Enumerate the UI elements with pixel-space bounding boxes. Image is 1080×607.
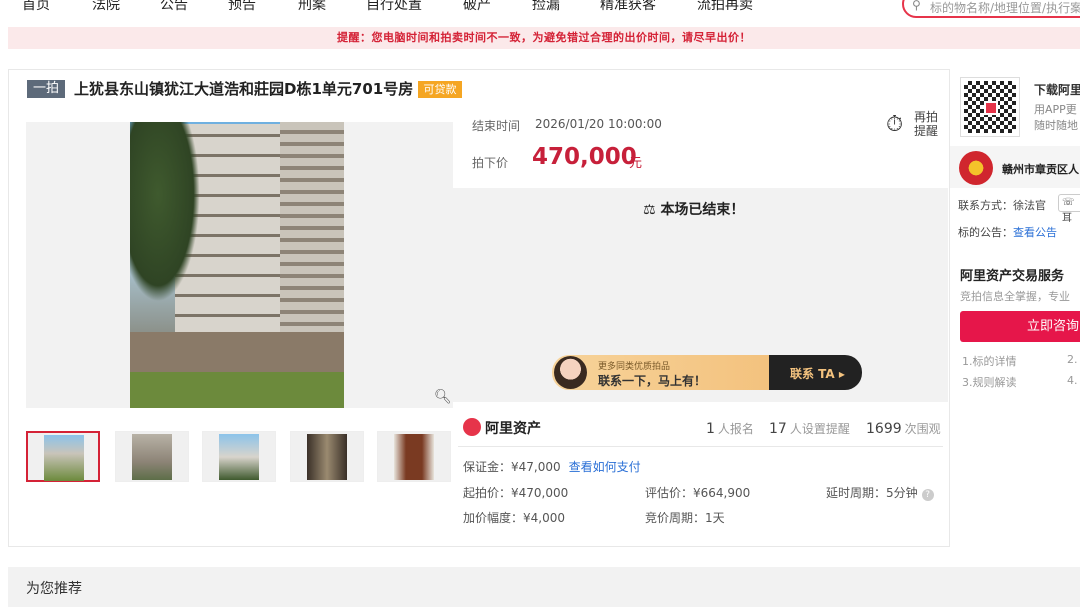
end-time-label: 结束时间 bbox=[472, 119, 521, 133]
view-notice-link[interactable]: 查看公告 bbox=[1013, 226, 1057, 239]
agent-avatar bbox=[554, 356, 587, 389]
search-input[interactable]: 标的物名称/地理位置/执行案 bbox=[930, 0, 1080, 16]
listing-notice: 标的公告：查看公告 bbox=[958, 226, 1057, 239]
appraisal-price: 评估价：¥664,900 bbox=[645, 486, 751, 500]
final-price: 470,000 bbox=[532, 144, 637, 170]
service-title: 阿里资产交易服务 bbox=[960, 269, 1065, 284]
signups-stat: 1 人报名 bbox=[706, 421, 754, 437]
nav-bankruptcy[interactable]: 破产 bbox=[463, 0, 491, 14]
court-name[interactable]: 赣州市章贡区人 bbox=[1002, 161, 1079, 177]
listing-title: 上犹县东山镇犹江大道浩和莊园D栋1单元701号房 bbox=[74, 80, 414, 98]
deposit-info: 保证金：¥47,000 查看如何支付 bbox=[463, 460, 641, 474]
app-download-title[interactable]: 下载阿里 bbox=[1034, 81, 1080, 98]
right-sidebar bbox=[949, 69, 1080, 547]
help-icon[interactable]: ? bbox=[921, 489, 934, 501]
banner-subtitle: 更多同类优质拍品 bbox=[598, 362, 671, 372]
views-stat: 1699 次围观 bbox=[866, 421, 941, 437]
contact-info: 联系方式：徐法官 bbox=[958, 199, 1046, 212]
how-to-pay-link[interactable]: 查看如何支付 bbox=[569, 460, 641, 474]
start-price: 起拍价：¥470,000 bbox=[463, 486, 569, 500]
gavel-icon: ⚖︎ bbox=[643, 202, 656, 218]
time-mismatch-alert: 提醒：您电脑时间和拍卖时间不一致，为避免错过合理的出价时间，请尽早出价！ bbox=[8, 27, 1080, 49]
contact-banner[interactable]: 更多同类优质拍品 联系一下，马上有！ 联系 TA ▸ bbox=[552, 355, 862, 390]
thumbnail[interactable] bbox=[202, 431, 276, 482]
service-item[interactable]: 2. bbox=[1067, 353, 1078, 366]
nav-criminal[interactable]: 刑案 bbox=[298, 0, 326, 14]
ali-logo-icon bbox=[463, 418, 481, 436]
remind-button[interactable]: ⏱︎ 再拍提醒 bbox=[886, 110, 946, 140]
zoom-icon[interactable]: 🔍︎ bbox=[434, 389, 452, 405]
nav-leads[interactable]: 精准获客 bbox=[600, 0, 656, 14]
thumbnail[interactable] bbox=[26, 431, 100, 482]
nav-preview[interactable]: 预告 bbox=[228, 0, 256, 14]
reminders-stat: 17 人设置提醒 bbox=[769, 421, 850, 437]
recommend-title: 为您推荐 bbox=[26, 581, 82, 597]
remind-label: 再拍提醒 bbox=[914, 110, 939, 138]
contact-ta-button[interactable]: 联系 TA ▸ bbox=[790, 365, 845, 382]
nav-court[interactable]: 法院 bbox=[92, 0, 120, 14]
bid-period: 竞价周期：1天 bbox=[645, 511, 725, 525]
app-line-1: 用APP更 bbox=[1034, 103, 1077, 116]
ali-assets-logo: 阿里资产 bbox=[463, 418, 541, 438]
nav-resale[interactable]: 流拍再卖 bbox=[697, 0, 753, 14]
search-box[interactable]: ⚲ 标的物名称/地理位置/执行案 bbox=[902, 0, 1080, 18]
thumbnail[interactable] bbox=[290, 431, 364, 482]
consult-button[interactable]: 立即咨询 bbox=[960, 311, 1080, 342]
recommend-section: 为您推荐 bbox=[8, 567, 1080, 607]
loan-badge: 可贷款 bbox=[418, 81, 462, 98]
nav-bargain[interactable]: 捡漏 bbox=[532, 0, 560, 14]
thumbnail[interactable] bbox=[377, 431, 451, 482]
nav-home[interactable]: 首页 bbox=[22, 0, 50, 14]
round-badge: 一拍 bbox=[27, 80, 65, 98]
app-line-2: 随时随地 bbox=[1034, 119, 1078, 132]
banner-title: 联系一下，马上有！ bbox=[598, 374, 707, 388]
auction-ended-message: ⚖︎ 本场已结束！ bbox=[643, 202, 745, 218]
clock-icon: ⏱︎ bbox=[886, 112, 904, 137]
nav-announcement[interactable]: 公告 bbox=[160, 0, 188, 14]
service-item[interactable]: 4. bbox=[1067, 374, 1078, 387]
price-label: 拍下价 bbox=[472, 156, 509, 170]
nav-self-disposal[interactable]: 自行处置 bbox=[366, 0, 422, 14]
top-navigation: 首页 法院 公告 预告 刑案 自行处置 破产 捡漏 精准获客 流拍再卖 ⚲ 标的… bbox=[0, 0, 1080, 26]
court-emblem-icon bbox=[959, 151, 993, 185]
bid-increment: 加价幅度：¥4,000 bbox=[463, 511, 565, 525]
thumbnail[interactable] bbox=[115, 431, 189, 482]
service-item[interactable]: 1.标的详情 bbox=[962, 353, 1017, 369]
main-property-photo[interactable] bbox=[130, 122, 344, 408]
app-qr-code bbox=[960, 77, 1020, 137]
phone-button[interactable]: ☏ 耳 bbox=[1058, 194, 1080, 224]
service-item[interactable]: 3.规则解读 bbox=[962, 374, 1017, 390]
service-subtitle: 竞拍信息全掌握，专业 bbox=[960, 290, 1070, 303]
price-unit: 元 bbox=[629, 156, 643, 171]
search-icon: ⚲ bbox=[912, 0, 921, 12]
delay-period: 延时周期：5分钟? bbox=[826, 484, 934, 501]
divider bbox=[458, 446, 943, 447]
end-time-value: 2026/01/20 10:00:00 bbox=[535, 117, 662, 131]
